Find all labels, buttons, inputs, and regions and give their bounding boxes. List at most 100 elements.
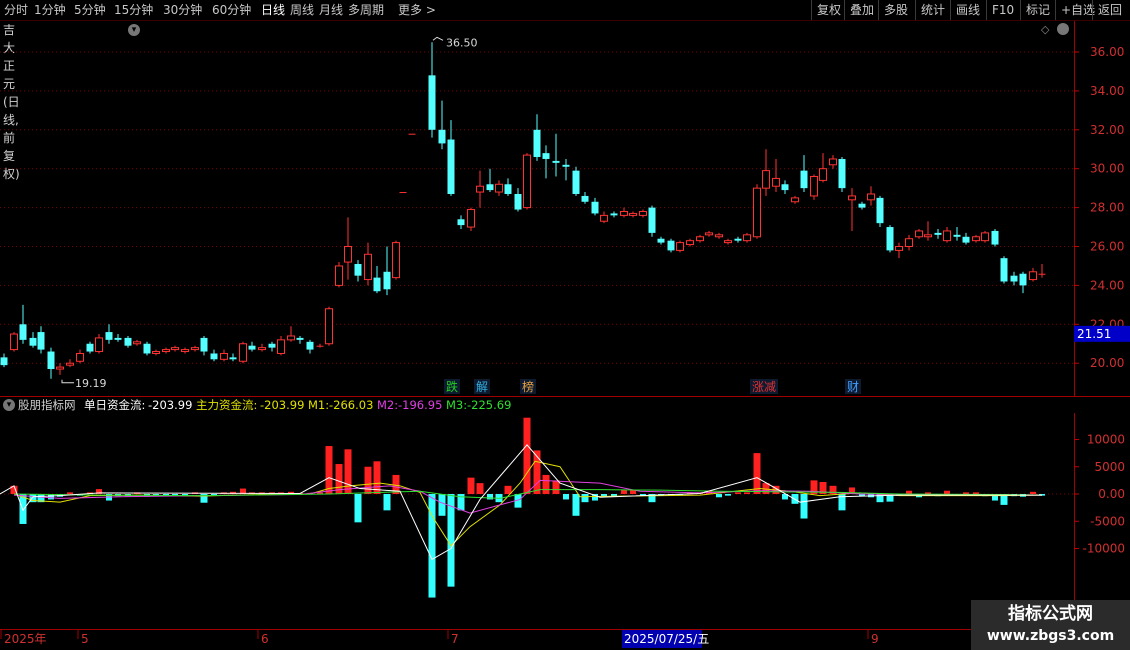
period-tab-30min[interactable]: 30分钟 [163,0,202,20]
flow-bar [735,492,741,494]
candle-body [781,184,789,191]
add-watchlist-button[interactable]: +自选 [1055,0,1095,20]
flow-bar [542,474,550,494]
m3-label: M3: [446,398,468,412]
site-watermark: 指标公式网 www.zbgs3.com [971,600,1130,650]
current-price-label: 21.51 [1077,327,1111,341]
candle-body [972,236,980,242]
flow-bar [800,494,808,519]
indicator-axis-label: 5000 [1094,460,1125,474]
event-tag[interactable]: 榜 [522,379,534,394]
candle-body [1000,258,1008,282]
period-tab-monthly[interactable]: 月线 [319,0,343,20]
statistics-button[interactable]: 统计 [915,0,945,20]
period-tab-daily[interactable]: 日线 [261,0,285,20]
diamond-icon[interactable]: ◇ [1041,23,1050,36]
candle-body [66,362,74,366]
settings-dot-icon[interactable] [1057,23,1069,35]
candle-body [572,170,580,194]
candle-body [696,236,704,242]
flow-bar [716,494,722,498]
candle-body [114,337,122,340]
candle-body [1029,271,1037,281]
candle-body [277,339,285,354]
flow-bar [354,494,362,523]
m1-label: M1: [308,398,330,412]
candle-body [886,227,894,251]
candle-body [542,153,550,159]
candle-body [220,352,228,360]
candle-body [895,246,903,251]
flow-bar [944,490,950,494]
indicator-menu-icon[interactable]: ▾ [3,399,15,411]
candle-body [562,164,570,167]
more-label: 更多 [398,3,423,17]
period-tab-weekly[interactable]: 周线 [290,0,314,20]
indicator-axis-label: -10000 [1082,542,1125,556]
flow-bar [563,494,569,500]
multi-stock-button[interactable]: 多股 [878,0,908,20]
candle-body [447,139,455,194]
candle-body [829,158,837,166]
mark-button[interactable]: 标记 [1020,0,1050,20]
period-tab-more[interactable]: 更多 > [398,0,436,20]
event-tag[interactable]: 涨减 [752,379,776,394]
event-tag[interactable]: 财 [847,380,859,394]
low-marker-icon [61,379,74,384]
candlestick-chart[interactable]: 36.0034.0032.0030.0028.0026.0024.0022.00… [0,21,1130,397]
indicator-name[interactable]: 股朋指标网 [18,397,76,413]
period-tab-1min[interactable]: 1分钟 [34,0,66,20]
date-label: 9 [871,632,879,646]
watermark-title: 指标公式网 [1008,604,1093,624]
low-price-label: 19.19 [75,377,107,390]
candle-body [819,168,827,181]
indicator-axis-label: 0.00 [1098,487,1125,501]
event-tag[interactable]: 解 [476,380,488,394]
draw-line-button[interactable]: 画线 [950,0,980,20]
candle-body [428,75,436,130]
restore-rights-button[interactable]: 复权 [811,0,841,20]
back-button[interactable]: 返回 [1092,0,1122,20]
candle-body [200,337,208,352]
main-flow-value: -203.99 [260,398,305,412]
indicator-chart[interactable]: 10000 5000 0.00 -5000 -10000 [0,413,1130,629]
date-axis: 2025年 5 6 7 9 2025/07/25/五 [0,629,1130,648]
candle-body [743,234,751,242]
candle-body [639,210,647,216]
candle-body [316,345,324,347]
period-tab-timeshare[interactable]: 分时 [4,0,28,20]
price-axis-label: 30.00 [1090,162,1124,176]
candle-body [105,332,113,340]
candle-body [56,366,64,370]
candle-body [335,265,343,286]
flow-bar [1030,491,1036,494]
candle-body [753,187,761,238]
candle-body [1019,273,1027,286]
period-tab-60min[interactable]: 60分钟 [212,0,251,20]
flow-bar [438,494,446,516]
candle-body [486,184,494,191]
period-tab-multi[interactable]: 多周期 [348,0,384,20]
period-tab-15min[interactable]: 15分钟 [114,0,153,20]
candle-body [306,341,314,350]
candle-body [905,238,913,248]
candle-body [838,158,846,189]
flow-bar [325,446,333,494]
flow-bar [383,494,391,511]
candle-body [210,353,218,360]
candle-body [724,240,732,244]
flow-bar [447,494,455,587]
high-price-label: 36.50 [446,36,478,49]
date-label: 7 [451,632,459,646]
f10-button[interactable]: F10 [986,0,1014,20]
event-tag[interactable]: 跌 [446,379,458,394]
candle-body [373,277,381,292]
candle-body [162,349,170,353]
flow-bar [476,483,484,494]
candle-body [734,238,742,241]
candle-body [95,337,103,353]
period-tab-5min[interactable]: 5分钟 [74,0,106,20]
overlay-button[interactable]: 叠加 [844,0,874,20]
flow-bar [973,492,979,494]
flow-bar [753,453,761,494]
